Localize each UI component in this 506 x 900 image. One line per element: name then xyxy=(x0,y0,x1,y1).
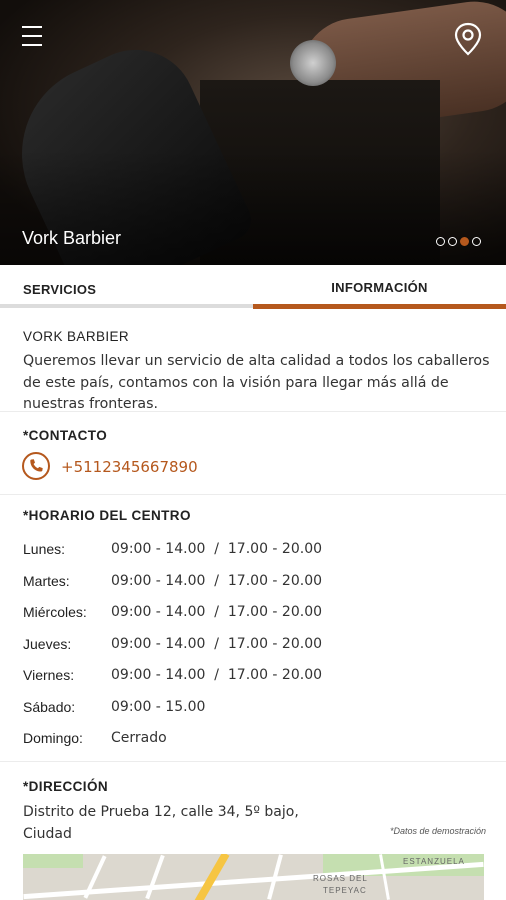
hours-day: Viernes: xyxy=(23,667,75,683)
hours-title: *HORARIO DEL CENTRO xyxy=(23,508,191,523)
tab-indicator-inactive xyxy=(0,304,253,308)
carousel-dots[interactable] xyxy=(436,237,481,246)
map-label: ESTANZUELA xyxy=(403,857,465,866)
hours-day: Lunes: xyxy=(23,541,66,557)
hours-day: Sábado: xyxy=(23,698,76,715)
carousel-dot[interactable] xyxy=(472,237,481,246)
location-pin-icon[interactable] xyxy=(452,22,484,56)
demo-data-note: *Datos de demostración xyxy=(389,826,486,836)
map-road xyxy=(145,854,165,900)
address-line-2: Ciudad xyxy=(23,826,72,842)
hours-time: 09:00 - 15.00 xyxy=(111,698,206,715)
hours-day: Jueves: xyxy=(23,635,72,652)
about-text: Queremos llevar un servicio de alta cali… xyxy=(23,353,490,411)
carousel-dot[interactable] xyxy=(448,237,457,246)
carousel-dot-active[interactable] xyxy=(460,237,469,246)
location-map[interactable]: ESTANZUELA ROSAS DEL TEPEYAC xyxy=(23,854,484,900)
address-title: *DIRECCIÓN xyxy=(23,779,109,794)
about-title: VORK BARBIER xyxy=(23,329,130,344)
hours-time: 09:00 - 14.00 / 17.00 - 20.00 xyxy=(111,541,323,557)
divider xyxy=(0,761,506,762)
hours-day: Domingo: xyxy=(23,730,83,746)
map-label: ROSAS DEL xyxy=(313,874,368,883)
map-label: TEPEYAC xyxy=(323,886,367,895)
address-line-1: Distrito de Prueba 12, calle 34, 5º bajo… xyxy=(23,804,299,820)
map-main-road xyxy=(194,854,230,900)
hours-time: 09:00 - 14.00 / 17.00 - 20.00 xyxy=(111,667,323,683)
hero-title: Vork Barbier xyxy=(22,228,122,248)
hours-day: Martes: xyxy=(23,572,70,589)
hours-day: Miércoles: xyxy=(23,604,87,620)
phone-number-link[interactable]: +5112345667890 xyxy=(61,458,198,476)
hero-banner: Vork Barbier xyxy=(0,0,506,265)
carousel-dot[interactable] xyxy=(436,237,445,246)
map-park-area xyxy=(23,854,83,868)
hours-time: 09:00 - 14.00 / 17.00 - 20.00 xyxy=(111,572,323,589)
divider xyxy=(0,411,506,412)
tab-indicator-active xyxy=(253,304,506,309)
hours-time: 09:00 - 14.00 / 17.00 - 20.00 xyxy=(111,604,323,620)
hero-photo-watch xyxy=(290,40,336,86)
phone-icon[interactable] xyxy=(22,452,50,480)
address-text: Distrito de Prueba 12, calle 34, 5º bajo… xyxy=(23,801,323,845)
hamburger-menu-icon[interactable] xyxy=(22,26,42,50)
hours-time: 09:00 - 14.00 / 17.00 - 20.00 xyxy=(111,635,323,652)
contact-title: *CONTACTO xyxy=(23,428,108,443)
hours-time: Cerrado xyxy=(111,730,167,746)
divider xyxy=(0,494,506,495)
